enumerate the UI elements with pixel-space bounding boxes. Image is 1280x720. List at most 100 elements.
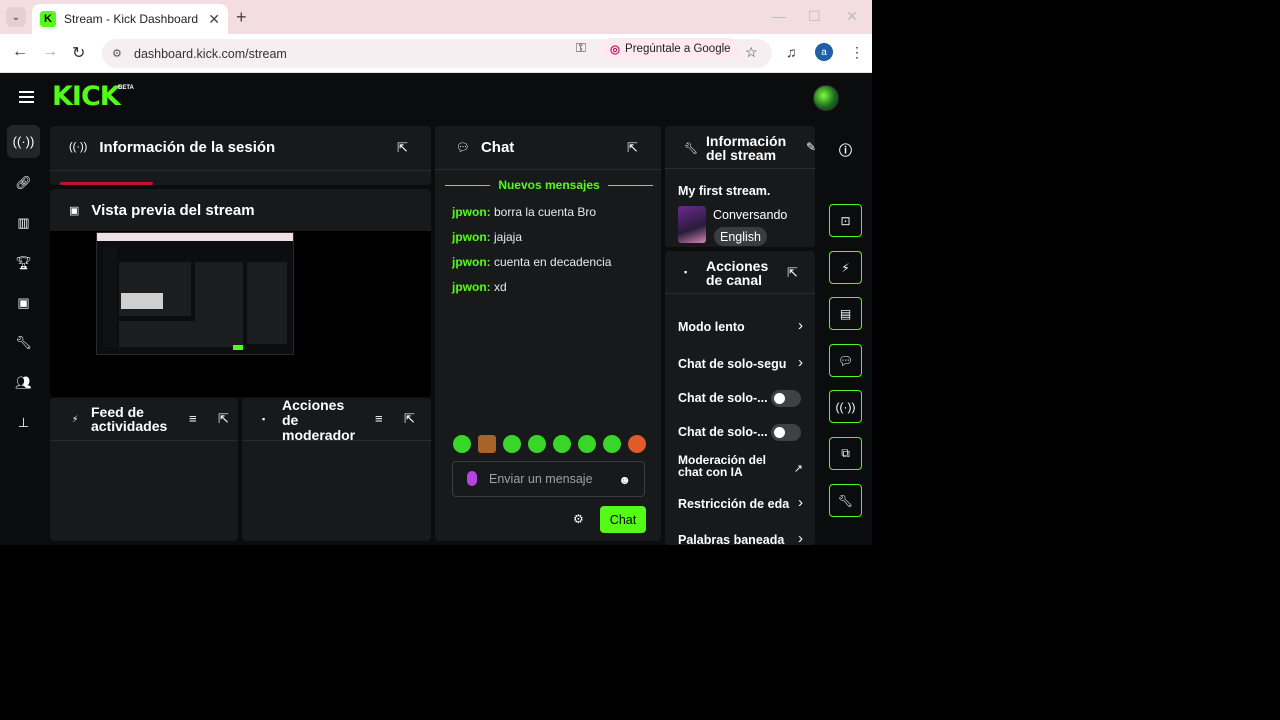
ask-google-label: Pregúntale a Google	[625, 42, 731, 55]
activity-feed-panel: ⚡︎ Feed de actividades ≡ ⇱	[50, 398, 238, 541]
emote-icon[interactable]	[503, 435, 521, 453]
chat-message-text: xd	[490, 280, 507, 294]
right-toolbar: ⓘ ⊡ ⚡︎ ▤ 💬︎ ((·)) ⧉ 🔧︎	[818, 123, 872, 545]
site-info-icon[interactable]: ⚙	[112, 47, 130, 60]
chat-username[interactable]: jpwon:	[452, 280, 491, 294]
split-screen-icon[interactable]: ⧉	[829, 437, 862, 470]
edit-pencil-icon[interactable]: ✎	[806, 140, 815, 154]
filter-icon[interactable]: ≡	[189, 411, 197, 426]
chat-message: jpwon: borra la cuenta Bro	[452, 205, 596, 219]
new-tab-icon[interactable]: +	[236, 7, 247, 28]
link-icon[interactable]: 🔗︎	[7, 166, 40, 199]
emote-icon[interactable]	[553, 435, 571, 453]
expand-icon[interactable]: ⇱	[627, 140, 638, 156]
chat-message-text: cuenta en decadencia	[490, 255, 612, 269]
chat-bubble-icon[interactable]: 💬︎	[829, 344, 862, 377]
chevron-right-icon[interactable]: ›	[798, 530, 803, 545]
external-link-icon[interactable]: ↗	[794, 462, 803, 475]
beta-badge: BETA	[118, 85, 134, 91]
new-messages-label: Nuevos mensajes	[498, 178, 600, 192]
screen-capture-icon[interactable]: ⊡	[829, 204, 862, 237]
broadcast-icon[interactable]: ((·))	[829, 390, 862, 423]
bookmark-star-icon[interactable]: ☆	[745, 44, 758, 61]
chat-message: jpwon: cuenta en decadencia	[452, 255, 611, 269]
close-tab-icon[interactable]: ✕	[208, 11, 220, 28]
hamburger-menu-icon[interactable]	[19, 91, 34, 103]
ask-google-button[interactable]: ◎ Pregúntale a Google	[602, 38, 739, 59]
document-icon[interactable]: ▤	[829, 297, 862, 330]
minimize-icon[interactable]: —	[772, 8, 786, 24]
info-icon[interactable]: ⓘ	[839, 140, 852, 159]
chart-icon[interactable]: ▥	[7, 206, 40, 239]
chevron-right-icon[interactable]: ›	[798, 494, 803, 511]
chat-title: Chat	[480, 138, 515, 156]
stack-icon[interactable]: ⊥	[7, 406, 40, 439]
emoji-picker-icon[interactable]: ☻	[618, 473, 631, 487]
lightning-icon[interactable]: ⚡︎	[829, 251, 862, 284]
chat-input-box: ☻	[452, 461, 645, 497]
tab-strip: ⌄ K Stream - Kick Dashboard ✕ + — ☐ ✕	[0, 0, 872, 34]
category-thumbnail	[678, 206, 706, 243]
chat-message: jpwon: jajaja	[452, 230, 522, 244]
chat-message-text: borra la cuenta Bro	[490, 205, 597, 219]
browser-tab[interactable]: K Stream - Kick Dashboard ✕	[32, 4, 228, 34]
emote-icon[interactable]	[528, 435, 546, 453]
wrench-icon[interactable]: 🔧︎	[7, 326, 40, 359]
chat-settings-icon[interactable]: ⚙	[573, 512, 584, 526]
user-avatar[interactable]	[813, 85, 839, 111]
trophy-icon[interactable]: 🏆︎	[7, 246, 40, 279]
close-window-icon[interactable]: ✕	[846, 8, 858, 25]
expand-icon[interactable]: ⇱	[218, 411, 229, 427]
password-key-icon[interactable]: ⚿	[576, 40, 586, 56]
browser-menu-icon[interactable]: ⋮	[850, 44, 864, 61]
new-messages-divider: Nuevos mensajes	[445, 178, 654, 192]
chat-username[interactable]: jpwon:	[452, 230, 491, 244]
banned-words-action[interactable]: Palabras baneada	[678, 533, 815, 545]
category-name[interactable]: Conversando	[713, 208, 787, 222]
chat-username[interactable]: jpwon:	[452, 255, 491, 269]
lightning-icon: ⚡︎	[72, 414, 79, 424]
list-icon: ▪	[684, 267, 688, 277]
microphone-icon[interactable]	[467, 471, 477, 486]
profile-avatar[interactable]: a	[815, 43, 833, 61]
chat-message-text: jajaja	[490, 230, 523, 244]
tab-title: Stream - Kick Dashboard	[64, 12, 199, 26]
kick-favicon-icon: K	[40, 11, 56, 27]
emote-icon[interactable]	[628, 435, 646, 453]
emote-icon[interactable]	[578, 435, 596, 453]
url-text: dashboard.kick.com/stream	[134, 46, 287, 61]
send-chat-button[interactable]: Chat	[600, 506, 646, 533]
filter-icon[interactable]: ≡	[375, 411, 383, 426]
kick-logo[interactable]: KICK	[52, 83, 121, 111]
age-restriction-action[interactable]: Restricción de eda	[678, 497, 815, 511]
media-control-icon[interactable]: ♫	[786, 44, 797, 60]
chat-message-input[interactable]	[489, 470, 619, 488]
tab-search-icon[interactable]: ⌄	[6, 7, 26, 27]
emote-icon[interactable]	[453, 435, 471, 453]
back-icon[interactable]: ←	[12, 43, 28, 61]
emote-only-toggle[interactable]	[771, 424, 801, 441]
wrench-icon[interactable]: 🔧︎	[829, 484, 862, 517]
stream-info-title: Información del stream	[706, 133, 787, 163]
language-badge: English	[714, 227, 767, 246]
forward-icon[interactable]: →	[42, 43, 58, 61]
broadcast-icon[interactable]: ((·))	[7, 125, 40, 158]
chat-username[interactable]: jpwon:	[452, 205, 491, 219]
chevron-right-icon[interactable]: ›	[798, 317, 803, 334]
reload-icon[interactable]: ↻	[72, 43, 85, 63]
expand-icon[interactable]: ⇱	[404, 411, 415, 427]
stream-preview-video[interactable]	[96, 232, 294, 355]
followers-only-chat-action[interactable]: Chat de solo-segu	[678, 357, 815, 371]
expand-icon[interactable]: ⇱	[787, 265, 798, 281]
stream-preview-title: Vista previa del stream	[91, 201, 255, 219]
chevron-right-icon[interactable]: ›	[798, 354, 803, 371]
emote-icon[interactable]	[478, 435, 496, 453]
slow-mode-action[interactable]: Modo lento	[678, 320, 815, 334]
expand-icon[interactable]: ⇱	[397, 140, 408, 156]
emote-icon[interactable]	[603, 435, 621, 453]
stream-preview-header: ▣ Vista previa del stream	[50, 189, 431, 231]
maximize-icon[interactable]: ☐	[808, 8, 821, 25]
subscribers-only-toggle[interactable]	[771, 390, 801, 407]
users-icon[interactable]: 👥︎	[7, 366, 40, 399]
video-icon[interactable]: ▣	[7, 286, 40, 319]
